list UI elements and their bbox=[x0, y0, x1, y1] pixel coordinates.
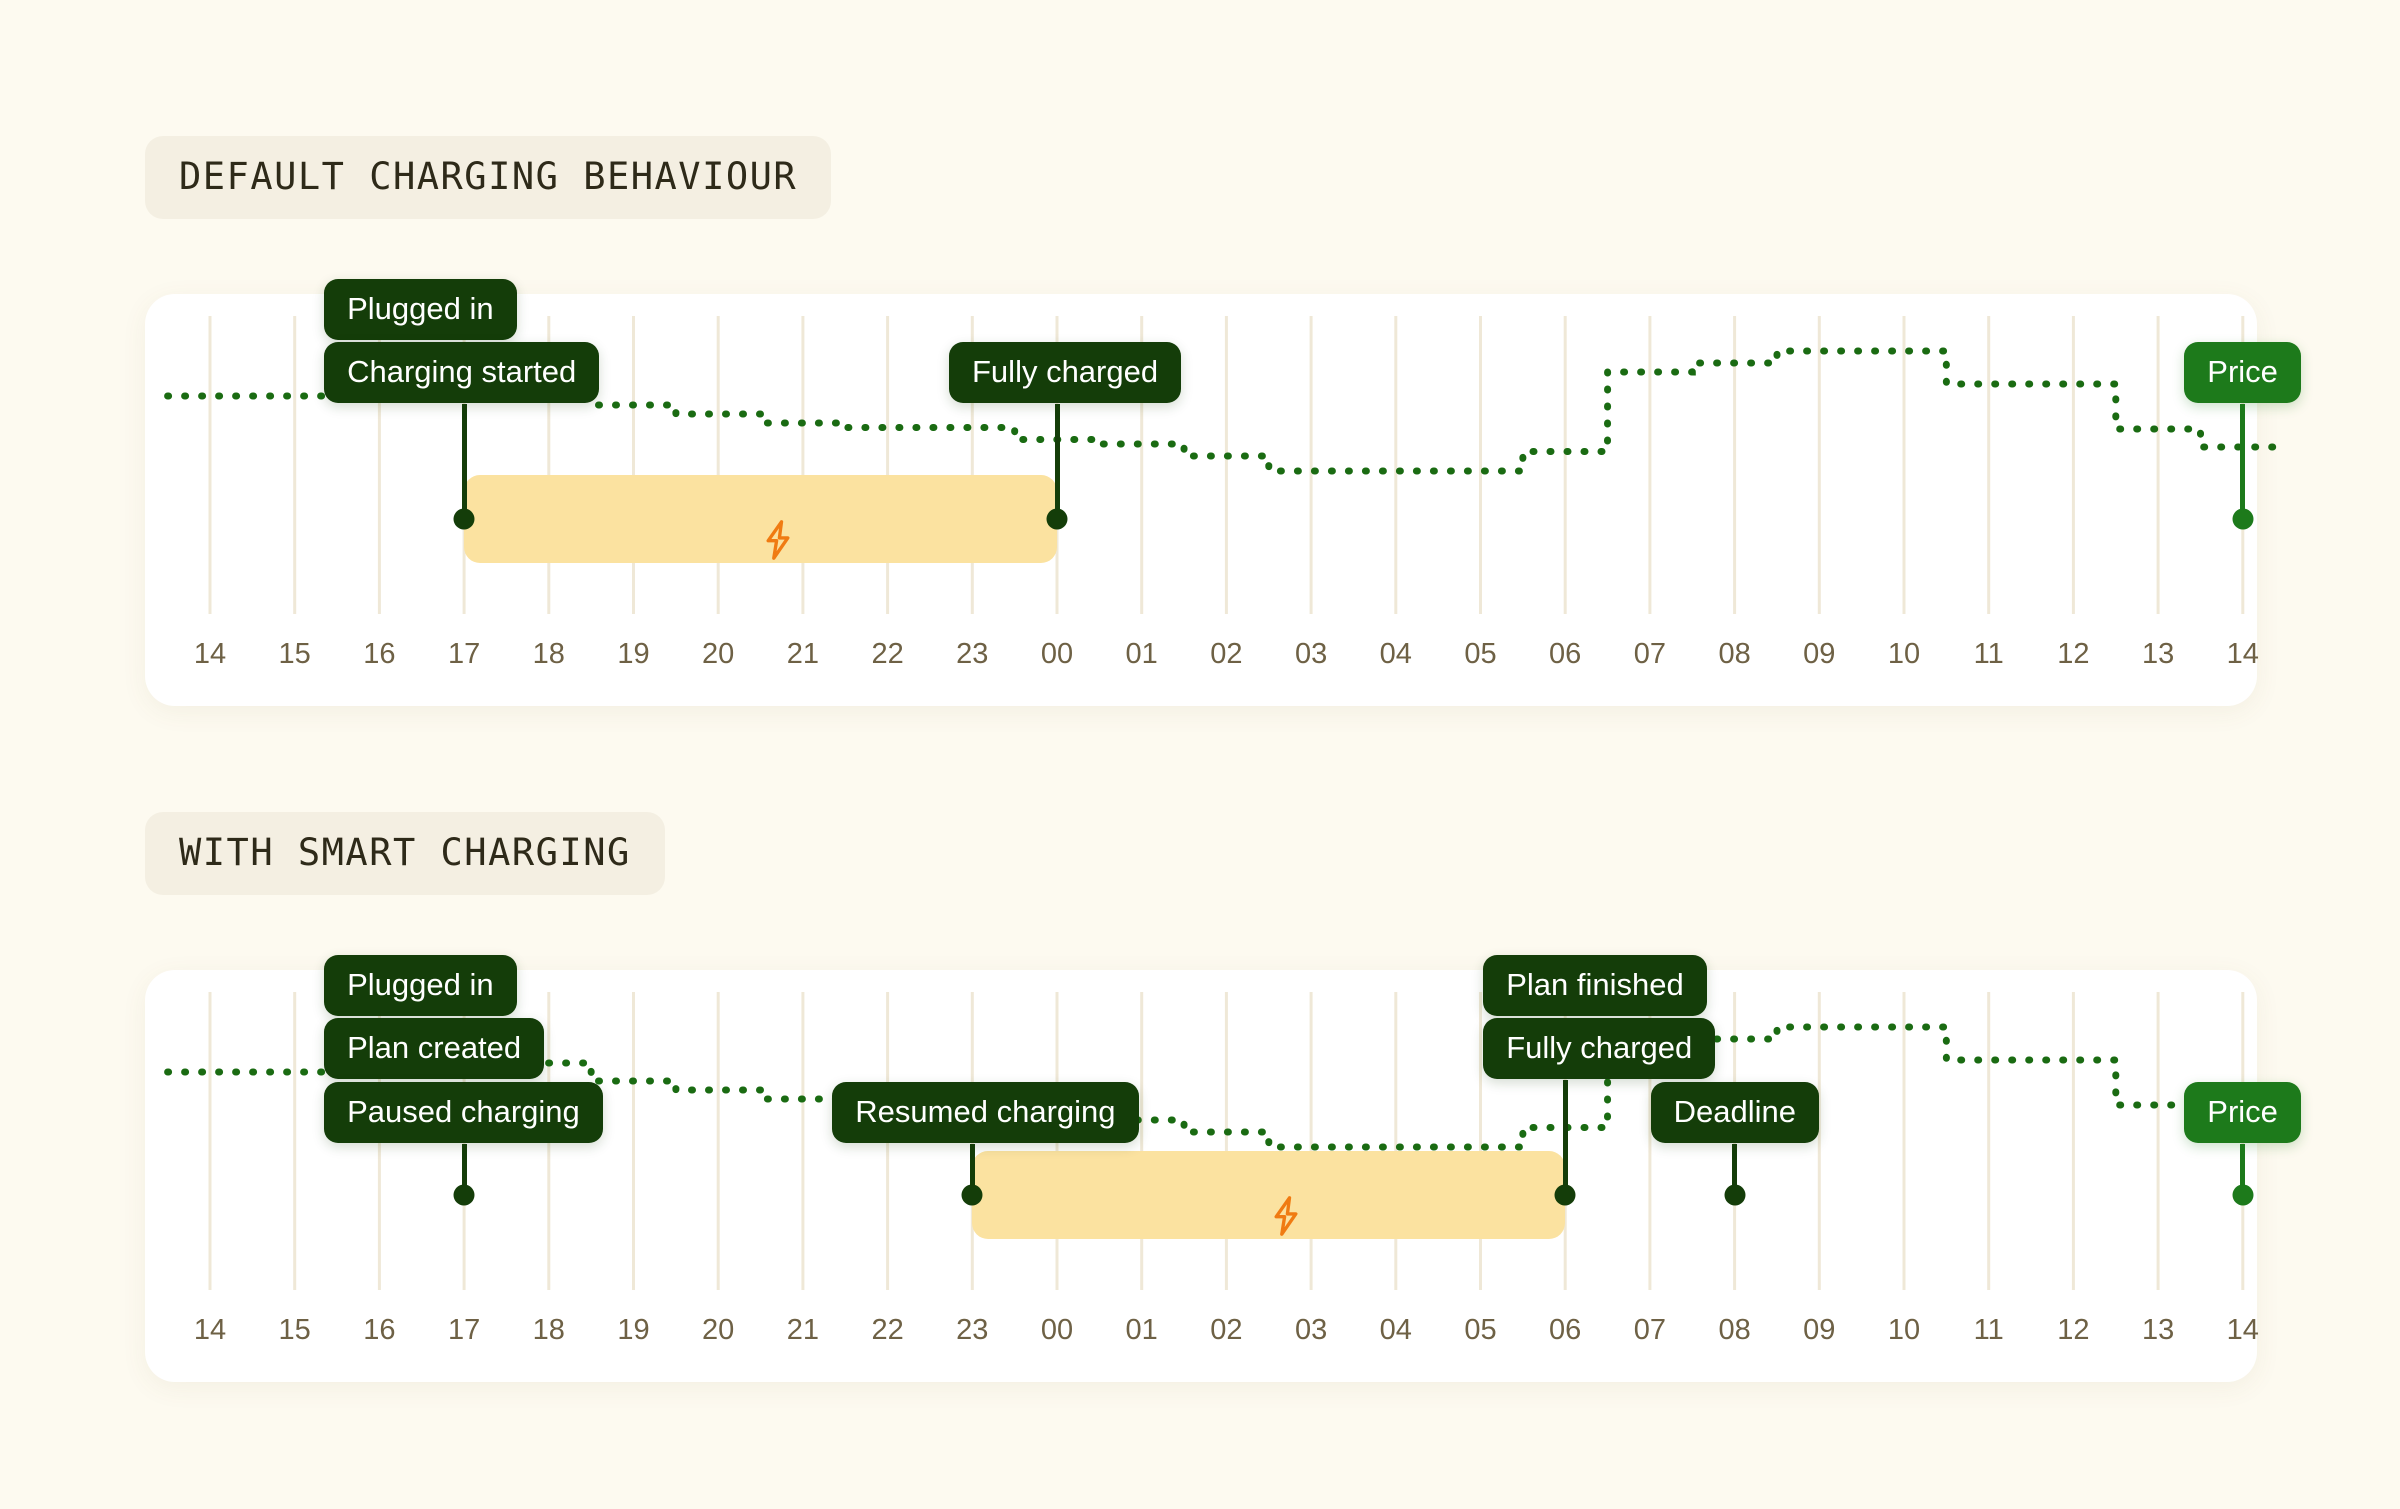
event-dot-resumed-charging bbox=[961, 1184, 983, 1206]
event-label-price[interactable]: Price bbox=[2184, 342, 2301, 403]
event-label-fully-charged[interactable]: Fully charged bbox=[1483, 1018, 1716, 1079]
event-label-deadline[interactable]: Deadline bbox=[1650, 1082, 1819, 1143]
event-label-plan-created[interactable]: Plan created bbox=[324, 1018, 545, 1079]
event-stem-price bbox=[2240, 404, 2246, 519]
event-label-charging-started[interactable]: Charging started bbox=[324, 342, 600, 403]
chart-card-default: Plugged in Charging started Fully charged P… bbox=[145, 279, 2301, 706]
event-label-paused-charging[interactable]: Paused charging bbox=[324, 1082, 603, 1143]
event-dot-fully-charged bbox=[1046, 508, 1068, 530]
event-dot-fully-charged bbox=[1554, 1184, 1576, 1206]
event-stem-fully-charged bbox=[1562, 1080, 1568, 1195]
event-label-plugged-in[interactable]: Plugged in bbox=[324, 955, 517, 1016]
event-stem-charging-started bbox=[461, 404, 467, 519]
event-label-plugged-in[interactable]: Plugged in bbox=[324, 279, 517, 340]
event-stem-fully-charged bbox=[1054, 404, 1060, 519]
event-dot-paused-charging bbox=[453, 1184, 475, 1206]
event-label-fully-charged[interactable]: Fully charged bbox=[949, 342, 1182, 403]
section-title-smart: WITH SMART CHARGING bbox=[145, 812, 665, 895]
event-label-price[interactable]: Price bbox=[2184, 1082, 2301, 1143]
section-title-default: DEFAULT CHARGING BEHAVIOUR bbox=[145, 136, 832, 219]
chart-card-smart: Plugged in Plan created Paused charging Res… bbox=[145, 955, 2301, 1382]
event-dot-price bbox=[2232, 508, 2254, 530]
event-label-plan-finished[interactable]: Plan finished bbox=[1483, 955, 1707, 1016]
event-dot-deadline bbox=[1724, 1184, 1746, 1206]
event-dot-charging-started bbox=[453, 508, 475, 530]
page-root: DEFAULT CHARGING BEHAVIOUR Plugged in Cha… bbox=[0, 0, 2400, 1509]
event-label-resumed-charging[interactable]: Resumed charging bbox=[832, 1082, 1139, 1143]
chart-plot-smart: Plugged in Plan created Paused charging Res… bbox=[145, 955, 2301, 1382]
chart-plot-default: Plugged in Charging started Fully charged P… bbox=[145, 279, 2301, 706]
event-dot-price bbox=[2232, 1184, 2254, 1206]
